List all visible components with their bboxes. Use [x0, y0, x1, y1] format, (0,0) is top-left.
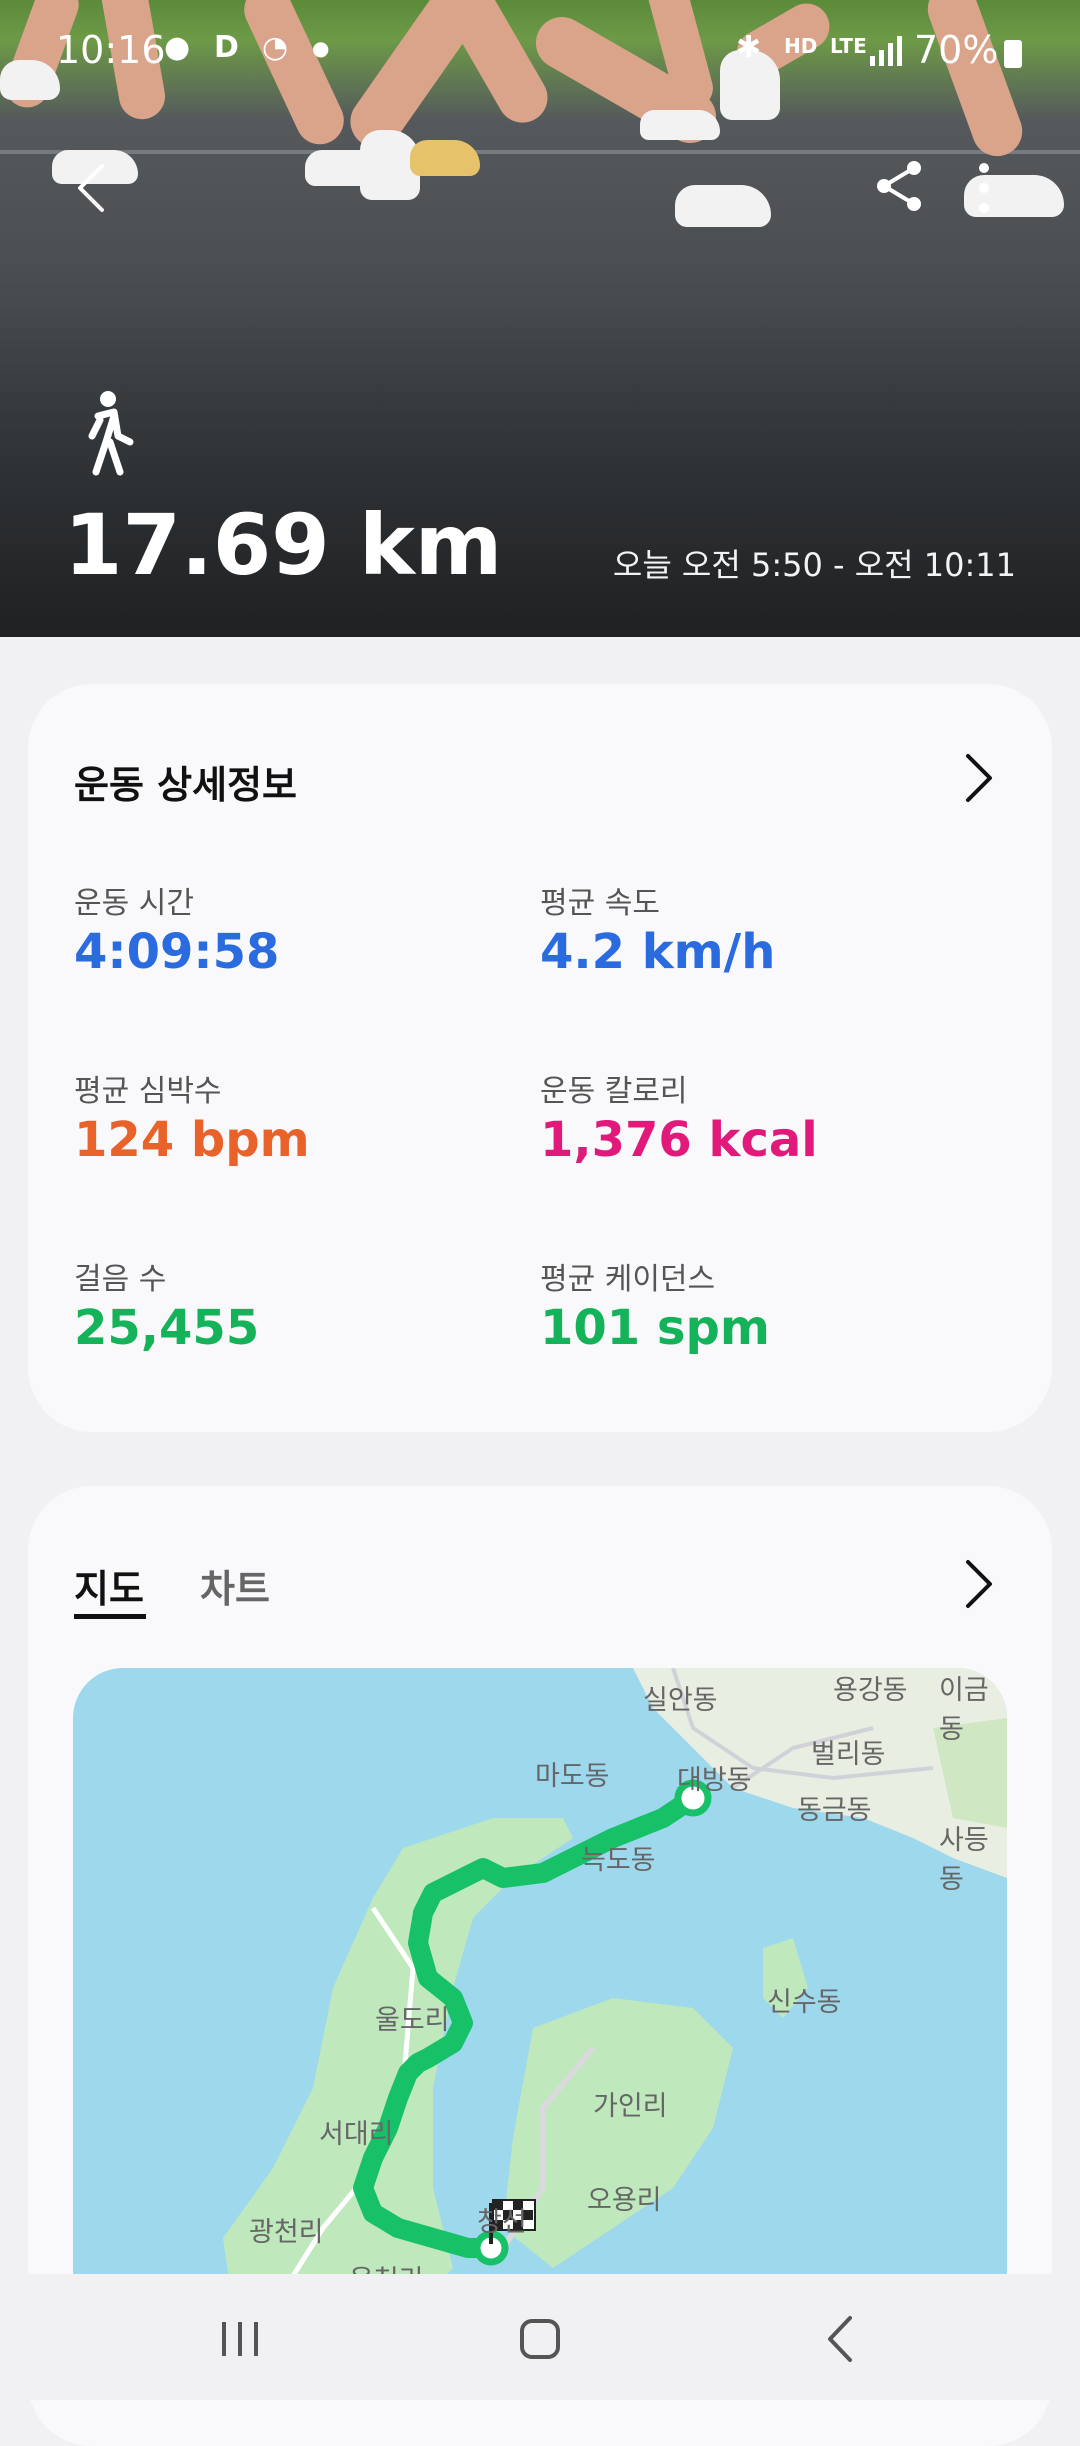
metric-value-avg-speed: 4.2 km/h: [540, 924, 776, 980]
map-place-label: 늑도동: [581, 1845, 656, 1876]
metric-value-avg-heart-rate: 124 bpm: [74, 1112, 310, 1168]
map-place-label: 창선: [477, 2207, 527, 2238]
total-distance: 17.69 km: [64, 496, 503, 594]
battery-text: 70%: [914, 28, 999, 72]
battery-icon: [1004, 40, 1022, 68]
route-map[interactable]: 실안동 용강동 이금동 마도동 대방동 벌리동 동금동 사등동 늑도동 울도리 …: [73, 1668, 1007, 2308]
share-button[interactable]: [872, 158, 928, 214]
map-place-label: 동금동: [797, 1795, 872, 1826]
metric-label: 걸음 수: [74, 1262, 167, 1297]
chevron-right-icon[interactable]: [960, 1556, 996, 1612]
metric-label: 평균 케이던스: [540, 1262, 716, 1297]
map-place-label: 신수동: [767, 1987, 842, 2018]
tab-chart[interactable]: 차트: [200, 1558, 270, 1613]
map-place-label: 가인리: [593, 2091, 668, 2122]
metric-value-steps: 25,455: [74, 1300, 260, 1356]
map-place-label: 용강동: [833, 1675, 908, 1706]
nav-back-button[interactable]: [800, 2304, 880, 2374]
map-place-label: 실안동: [643, 1685, 718, 1716]
hero-photo: 10:16 ● D ◔ ● ✱ HD LTE 70% 17.69 km 오늘 오…: [0, 0, 1080, 637]
map-place-label: 오용리: [587, 2185, 662, 2216]
metric-label: 평균 심박수: [74, 1074, 222, 1109]
chevron-right-icon[interactable]: [960, 750, 996, 806]
status-time: 10:16: [56, 28, 166, 72]
back-button[interactable]: [70, 158, 114, 218]
bluetooth-icon: ✱: [736, 30, 762, 65]
system-nav-bar: [0, 2274, 1080, 2400]
workout-time-range: 오늘 오전 5:50 - 오전 10:11: [612, 546, 1016, 584]
map-place-label: 서대리: [319, 2119, 394, 2150]
map-place-label: 마도동: [535, 1761, 610, 1792]
metric-label: 운동 시간: [74, 886, 194, 921]
home-button[interactable]: [500, 2304, 580, 2374]
metric-value-duration: 4:09:58: [74, 924, 280, 980]
signal-icon: [870, 36, 902, 66]
status-bar: 10:16 ● D ◔ ● ✱ HD LTE 70%: [0, 22, 1080, 78]
map-place-label: 이금동: [939, 1675, 989, 1745]
walking-person-icon: [88, 391, 134, 476]
details-title: 운동 상세정보: [74, 763, 297, 807]
workout-details-card[interactable]: 운동 상세정보 운동 시간 4:09:58 평균 속도 4.2 km/h 평균 …: [28, 684, 1052, 1432]
d-icon: D: [214, 30, 239, 65]
map-place-label: 사등동: [939, 1825, 989, 1895]
map-place-label: 대방동: [677, 1765, 752, 1796]
recent-apps-button[interactable]: [200, 2304, 280, 2374]
map-place-label: 벌리동: [811, 1739, 886, 1770]
tab-map[interactable]: 지도: [74, 1558, 144, 1613]
more-options-button[interactable]: [964, 158, 1004, 218]
whowho-icon: ◔: [262, 30, 289, 65]
map-place-label: 울도리: [375, 2005, 450, 2036]
metric-label: 평균 속도: [540, 886, 660, 921]
metric-label: 운동 칼로리: [540, 1074, 688, 1109]
metric-value-calories: 1,376 kcal: [540, 1112, 818, 1168]
chat-icon: ●: [164, 30, 191, 65]
map-place-label: 광천리: [249, 2217, 324, 2248]
metric-value-cadence: 101 spm: [540, 1300, 770, 1356]
active-tab-underline: [74, 1614, 146, 1619]
dot-icon: ●: [312, 36, 330, 60]
hd-voice-icon: HD: [784, 34, 818, 58]
lte-icon: LTE: [830, 34, 867, 58]
